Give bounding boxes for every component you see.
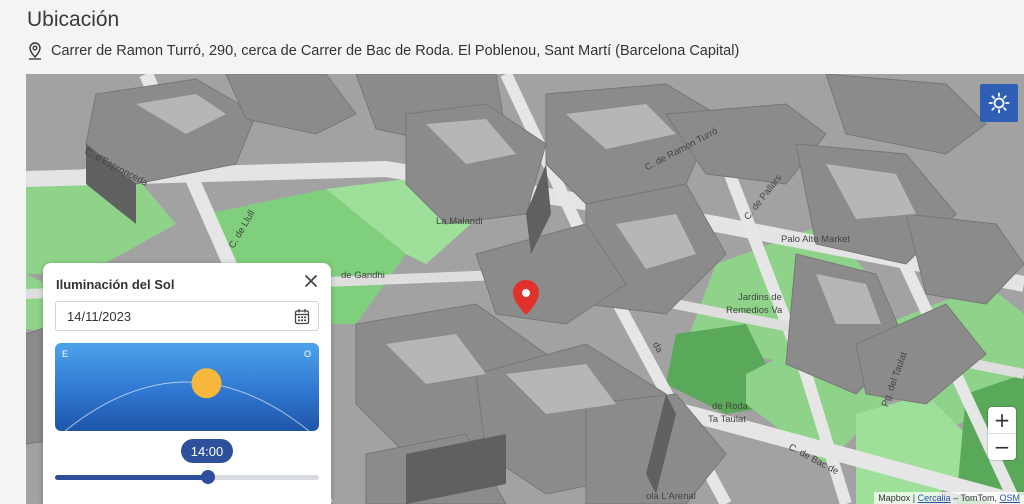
address-text: Carrer de Ramon Turró, 290, cerca de Car… xyxy=(51,43,740,59)
map-attribution: Mapbox | Cercalia – TomTom, OSM xyxy=(874,492,1024,504)
poi-label: Jardins de xyxy=(738,292,782,303)
date-input[interactable]: 14/11/2023 xyxy=(55,301,319,331)
time-slider-thumb[interactable] xyxy=(201,470,216,484)
sun-lighting-button[interactable] xyxy=(980,84,1018,122)
poi-label: Ta Taulat xyxy=(708,414,746,425)
time-slider-fill xyxy=(55,475,209,480)
poi-label: de Gandhi xyxy=(341,270,385,281)
zoom-out-button[interactable]: − xyxy=(988,433,1016,460)
panel-title: Iluminación del Sol xyxy=(56,277,175,292)
date-value: 14/11/2023 xyxy=(67,309,132,324)
sun-path-diagram: E O xyxy=(55,343,319,431)
sun-lighting-panel: Iluminación del Sol 14/11/2023 E O 14:00 xyxy=(43,263,331,504)
close-icon[interactable] xyxy=(303,273,319,289)
attribution-tomtom: – TomTom, xyxy=(950,493,1000,503)
page-title: Ubicación xyxy=(27,8,120,31)
time-badge: 14:00 xyxy=(181,439,233,463)
poi-label: Palo Alto Market xyxy=(781,234,851,245)
address-row: Carrer de Ramon Turró, 290, cerca de Car… xyxy=(27,42,739,60)
poi-label: La Malandi xyxy=(436,216,483,227)
zoom-in-button[interactable]: + xyxy=(988,407,1016,433)
attribution-osm-link[interactable]: OSM xyxy=(999,493,1020,503)
poi-label: Remedios Va xyxy=(726,305,783,316)
poi-label: de Roda xyxy=(712,401,748,412)
poi-label: ola L'Arenal xyxy=(646,491,696,502)
sun-position-icon xyxy=(191,368,222,399)
location-pin-icon xyxy=(29,42,41,60)
calendar-icon[interactable] xyxy=(294,308,310,325)
sun-icon xyxy=(988,92,1010,114)
zoom-control: + − xyxy=(988,407,1016,460)
attribution-cercalia-link[interactable]: Cercalia xyxy=(918,493,951,503)
time-slider[interactable] xyxy=(55,470,319,484)
attribution-mapbox: Mapbox | xyxy=(878,493,918,503)
